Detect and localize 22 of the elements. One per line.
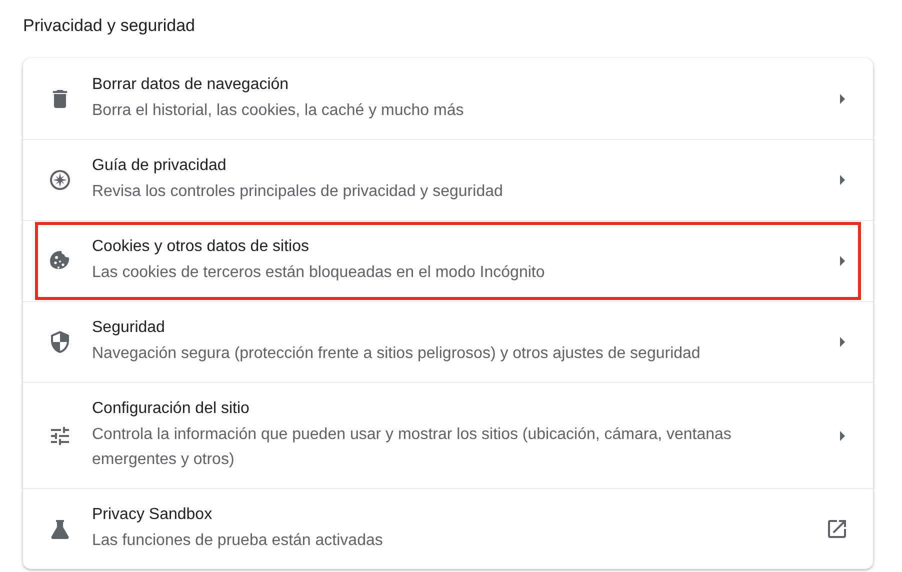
row-title: Guía de privacidad: [92, 156, 228, 176]
compass-icon: [48, 168, 72, 192]
external-link-icon[interactable]: [825, 517, 849, 541]
row-title: Privacy Sandbox: [92, 505, 214, 525]
settings-row[interactable]: Cookies y otros datos de sitios Las cookies de terceros están bloqueadas en el modo Incógnito: [23, 220, 873, 301]
row-title: Cookies y otros datos de sitios: [92, 237, 310, 257]
row-description: Revisa los controles principales de privacidad y seguridad: [92, 182, 504, 202]
row-description: Las cookies de terceros están bloqueadas en el modo Incógnito: [92, 263, 546, 283]
settings-row[interactable]: Privacy Sandbox Las funciones de prueba están activadas: [23, 488, 873, 569]
shield-icon: [48, 330, 72, 354]
row-title: Borrar datos de navegación: [92, 74, 290, 94]
settings-row[interactable]: Configuración del sitio Controla la información que pueden usar y mostrar los sitios (ubicación, cámara, ventanas emergentes y otros): [23, 382, 873, 488]
settings-row[interactable]: Guía de privacidad Revisa los controles principales de privacidad y seguridad: [23, 139, 873, 220]
section-title: Privacidad y seguridad: [23, 15, 196, 37]
row-description: Navegación segura (protección frente a sitios peligrosos) y otros ajustes de seguridad: [92, 344, 702, 364]
row-description: Borra el historial, las cookies, la caché y mucho más: [92, 100, 465, 120]
row-description: Las funciones de prueba están activadas: [92, 531, 384, 551]
settings-row[interactable]: Seguridad Navegación segura (protección frente a sitios peligrosos) y otros ajustes de seguridad: [23, 301, 873, 382]
row-description: Controla la información que pueden usar y mostrar los sitios (ubicación, cámara, ventanas emergentes y otros): [92, 425, 732, 470]
row-title: Seguridad: [92, 318, 166, 338]
row-title: Configuración del sitio: [92, 399, 250, 419]
settings-row[interactable]: Borrar datos de navegación Borra el historial, las cookies, la caché y mucho más: [23, 58, 873, 139]
